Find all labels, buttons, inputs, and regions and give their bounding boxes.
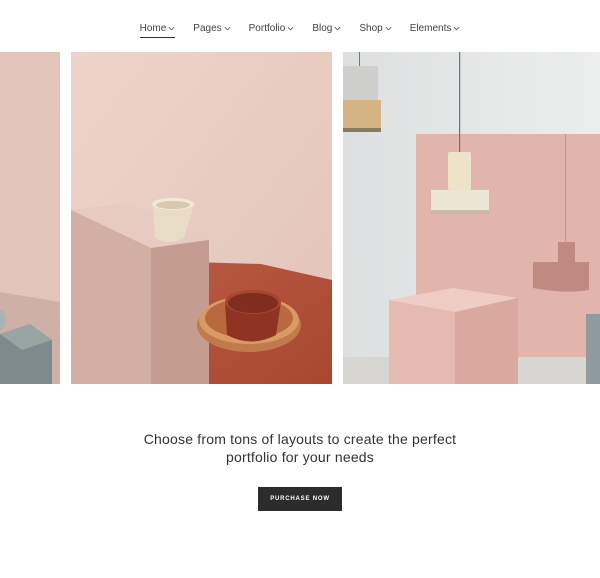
- nav-item-portfolio[interactable]: Portfolio: [249, 21, 295, 35]
- chevron-down-icon: [453, 26, 460, 30]
- chevron-down-icon: [224, 26, 231, 30]
- nav-item-shop[interactable]: Shop: [359, 21, 392, 35]
- hero-tagline: Choose from tons of layouts to create th…: [0, 430, 600, 466]
- chevron-down-icon: [334, 26, 341, 30]
- tagline-line-2: portfolio for your needs: [226, 449, 374, 465]
- tagline-line-1: Choose from tons of layouts to create th…: [143, 431, 457, 447]
- gallery-image-1[interactable]: [0, 52, 60, 384]
- nav-item-label: Portfolio: [248, 22, 286, 34]
- nav-item-blog[interactable]: Blog: [312, 21, 341, 35]
- nav-item-pages[interactable]: Pages: [193, 21, 231, 35]
- nav-item-label: Home: [139, 22, 167, 34]
- main-nav: Home Pages Portfolio Blog Shop Elements: [0, 0, 600, 52]
- chevron-down-icon: [287, 26, 294, 30]
- gallery-image-3[interactable]: [343, 52, 600, 384]
- gallery-image-2[interactable]: [71, 52, 332, 384]
- nav-item-home[interactable]: Home: [139, 21, 176, 38]
- nav-item-label: Blog: [312, 22, 333, 34]
- nav-item-label: Pages: [193, 22, 222, 34]
- portfolio-gallery: [0, 52, 600, 384]
- chevron-down-icon: [385, 26, 392, 30]
- chevron-down-icon: [168, 26, 175, 30]
- purchase-now-button[interactable]: PURCHASE NOW: [258, 487, 342, 511]
- nav-item-label: Shop: [359, 22, 383, 34]
- nav-item-elements[interactable]: Elements: [410, 21, 461, 35]
- nav-item-label: Elements: [409, 22, 452, 34]
